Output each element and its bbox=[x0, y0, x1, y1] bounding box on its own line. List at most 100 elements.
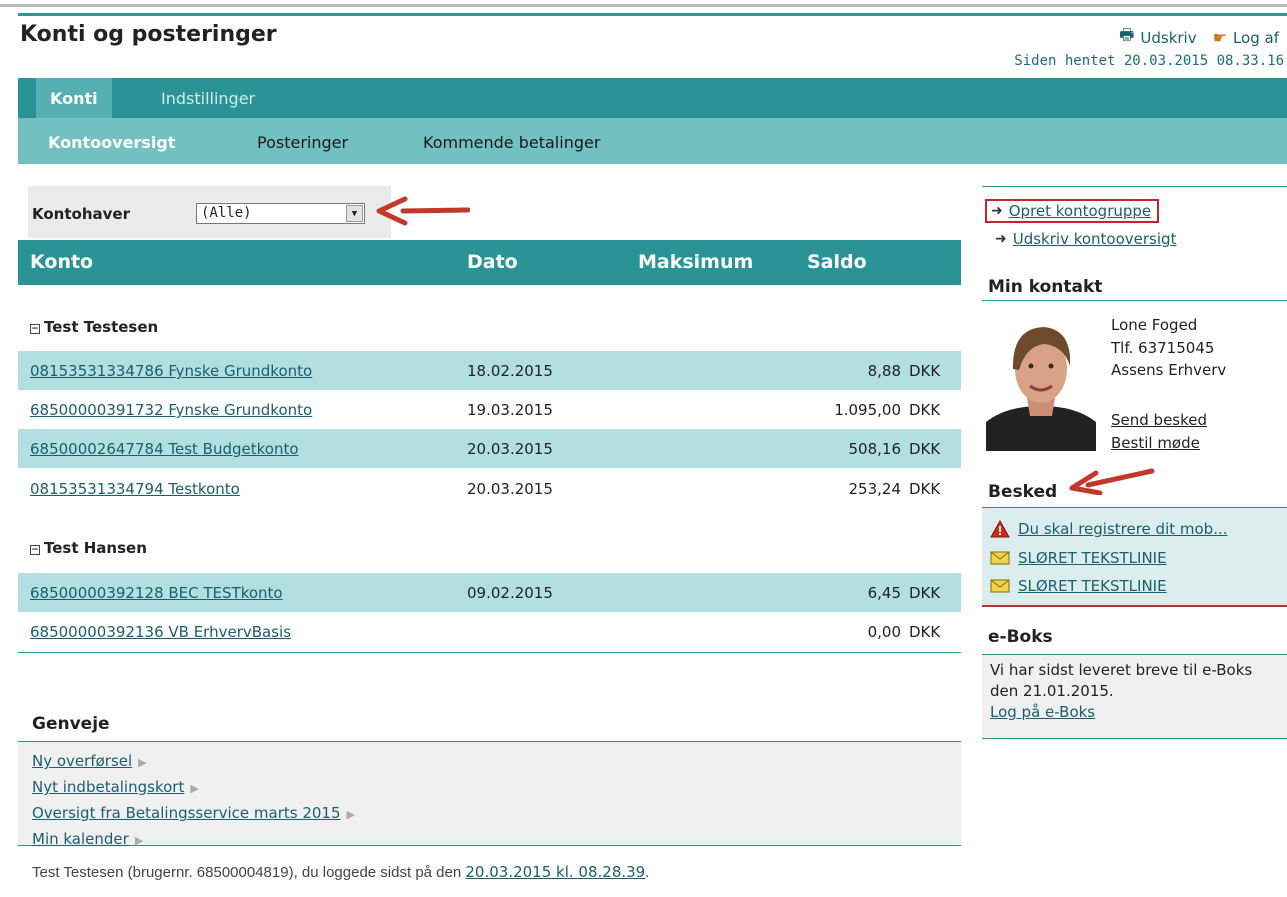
account-balance: 8,88 bbox=[867, 362, 901, 380]
account-balance: 1.095,00 bbox=[834, 401, 901, 419]
table-row: 68500000391732 Fynske Grundkonto 19.03.2… bbox=[18, 390, 961, 429]
shortcut-link[interactable]: Ny overførsel ▶ bbox=[32, 752, 147, 770]
annotation-arrow-icon bbox=[376, 196, 470, 226]
arrow-right-icon: ➜ bbox=[995, 231, 1007, 247]
group-header[interactable]: − Test Hansen bbox=[30, 539, 147, 557]
shortcut-link[interactable]: Oversigt fra Betalingsservice marts 2015… bbox=[32, 804, 355, 822]
printer-icon: 🖶 bbox=[1119, 25, 1135, 44]
secondary-nav: Kontooversigt Posteringer Kommende betal… bbox=[18, 118, 1287, 164]
account-holder-label: Kontohaver bbox=[32, 205, 130, 223]
top-teal-rule bbox=[18, 13, 1287, 16]
account-date: 20.03.2015 bbox=[467, 440, 553, 458]
contact-portrait-icon bbox=[986, 314, 1096, 451]
account-balance: 6,45 bbox=[867, 584, 901, 602]
group-name: Test Testesen bbox=[44, 318, 159, 336]
account-balance: 253,24 bbox=[848, 480, 902, 498]
account-currency: DKK bbox=[909, 584, 941, 602]
collapse-icon[interactable]: − bbox=[30, 545, 40, 555]
top-border bbox=[0, 0, 1287, 16]
contact-photo bbox=[986, 314, 1096, 451]
tab-posteringer[interactable]: Posteringer bbox=[257, 118, 348, 164]
contact-branch: Assens Erhverv bbox=[1111, 361, 1227, 379]
last-login-link[interactable]: 20.03.2015 kl. 08.28.39 bbox=[465, 863, 645, 881]
last-login-end: . bbox=[645, 864, 650, 881]
message-item[interactable]: SLØRET TEKSTLINIE bbox=[990, 549, 1167, 567]
table-row: 68500000392128 BEC TESTkonto 09.02.2015 … bbox=[18, 573, 961, 612]
contact-phone: Tlf. 63715045 bbox=[1111, 339, 1215, 357]
message-item[interactable]: SLØRET TEKSTLINIE bbox=[990, 577, 1167, 595]
account-link[interactable]: 68500000391732 Fynske Grundkonto bbox=[30, 401, 312, 419]
account-date: 20.03.2015 bbox=[467, 480, 553, 498]
account-date: 19.03.2015 bbox=[467, 401, 553, 419]
account-link[interactable]: 68500002647784 Test Budgetkonto bbox=[30, 440, 299, 458]
logout-link[interactable]: ☛ Log af bbox=[1213, 28, 1279, 47]
book-meeting-link[interactable]: Bestil møde bbox=[1111, 434, 1200, 452]
account-currency: DKK bbox=[909, 440, 941, 458]
contact-name: Lone Foged bbox=[1111, 316, 1198, 334]
table-row: 08153531334794 Testkonto 20.03.2015 253,… bbox=[18, 469, 961, 508]
top-gray-rule bbox=[0, 4, 1287, 7]
send-message-link[interactable]: Send besked bbox=[1111, 411, 1207, 429]
shortcuts-title: Genveje bbox=[32, 714, 110, 734]
sidebar-actions bbox=[982, 186, 1287, 262]
table-row: 08153531334786 Fynske Grundkonto 18.02.2… bbox=[18, 351, 961, 390]
message-text: SLØRET TEKSTLINIE bbox=[1018, 549, 1167, 567]
eboks-title: e-Boks bbox=[988, 627, 1053, 647]
message-item[interactable]: Du skal registrere dit mob... bbox=[990, 520, 1228, 538]
account-holder-select[interactable]: (Alle) ▼ bbox=[196, 203, 365, 224]
tab-konti[interactable]: Konti bbox=[36, 78, 112, 118]
account-link[interactable]: 08153531334794 Testkonto bbox=[30, 480, 240, 498]
shortcut-label: Nyt indbetalingskort bbox=[32, 778, 185, 796]
shortcut-label: Oversigt fra Betalingsservice marts 2015 bbox=[32, 804, 341, 822]
tab-kontooversigt[interactable]: Kontooversigt bbox=[48, 118, 175, 164]
annotation-arrow-icon bbox=[1069, 468, 1155, 495]
message-text: SLØRET TEKSTLINIE bbox=[1018, 577, 1167, 595]
account-balance: 508,16 bbox=[848, 440, 902, 458]
group-name: Test Hansen bbox=[44, 539, 147, 557]
table-row: 68500002647784 Test Budgetkonto 20.03.20… bbox=[18, 429, 961, 468]
shortcut-label: Min kalender bbox=[32, 830, 129, 848]
account-link[interactable]: 68500000392136 VB ErhvervBasis bbox=[30, 623, 291, 641]
account-link[interactable]: 08153531334786 Fynske Grundkonto bbox=[30, 362, 312, 380]
account-balance: 0,00 bbox=[867, 623, 901, 641]
create-account-group-label: Opret kontogruppe bbox=[1008, 202, 1152, 220]
account-link[interactable]: 68500000392128 BEC TESTkonto bbox=[30, 584, 283, 602]
account-date: 09.02.2015 bbox=[467, 584, 553, 602]
print-link[interactable]: 🖶 Udskriv bbox=[1119, 24, 1196, 51]
print-label: Udskriv bbox=[1140, 28, 1197, 47]
logout-icon: ☛ bbox=[1212, 28, 1227, 47]
table-divider bbox=[18, 652, 961, 653]
caret-right-icon: ▶ bbox=[346, 808, 355, 821]
account-currency: DKK bbox=[909, 480, 941, 498]
page-title: Konti og posteringer bbox=[20, 22, 277, 47]
caret-right-icon: ▶ bbox=[138, 756, 147, 769]
envelope-icon bbox=[990, 579, 1010, 593]
column-header-maksimum: Maksimum bbox=[638, 251, 754, 273]
last-login-text: Test Testesen (brugernr. 68500004819), d… bbox=[32, 864, 462, 881]
account-holder-selected: (Alle) bbox=[201, 205, 252, 221]
accounts-table-header: Konto Dato Maksimum Saldo bbox=[18, 240, 961, 285]
shortcut-link[interactable]: Nyt indbetalingskort ▶ bbox=[32, 778, 199, 796]
print-overview-link[interactable]: ➜ Udskriv kontooversigt bbox=[995, 230, 1176, 248]
contact-title: Min kontakt bbox=[988, 277, 1103, 297]
create-account-group-link[interactable]: ➜ Opret kontogruppe bbox=[985, 199, 1160, 223]
column-header-saldo: Saldo bbox=[807, 251, 867, 273]
account-currency: DKK bbox=[909, 362, 941, 380]
message-text: Du skal registrere dit mob... bbox=[1018, 520, 1228, 538]
group-header[interactable]: − Test Testesen bbox=[30, 318, 158, 336]
collapse-icon[interactable]: − bbox=[30, 324, 40, 334]
account-date: 18.02.2015 bbox=[467, 362, 553, 380]
tab-indstillinger[interactable]: Indstillinger bbox=[147, 78, 269, 118]
tab-kommende-betalinger[interactable]: Kommende betalinger bbox=[423, 118, 600, 164]
shortcut-link[interactable]: Min kalender ▶ bbox=[32, 830, 143, 848]
caret-right-icon: ▶ bbox=[134, 834, 144, 847]
page-fetched-time: Siden hentet 20.03.2015 08.33.16 bbox=[1014, 53, 1284, 69]
logout-label: Log af bbox=[1232, 28, 1279, 47]
column-header-konto: Konto bbox=[30, 251, 94, 273]
arrow-right-icon: ➜ bbox=[991, 203, 1003, 219]
account-currency: DKK bbox=[909, 623, 941, 641]
eboks-login-link[interactable]: Log på e-Boks bbox=[990, 702, 1280, 723]
eboks-info: Vi har sidst leveret breve til e-Boks de… bbox=[990, 660, 1280, 723]
messages-title: Besked bbox=[988, 482, 1058, 502]
chevron-down-icon[interactable]: ▼ bbox=[346, 205, 363, 222]
